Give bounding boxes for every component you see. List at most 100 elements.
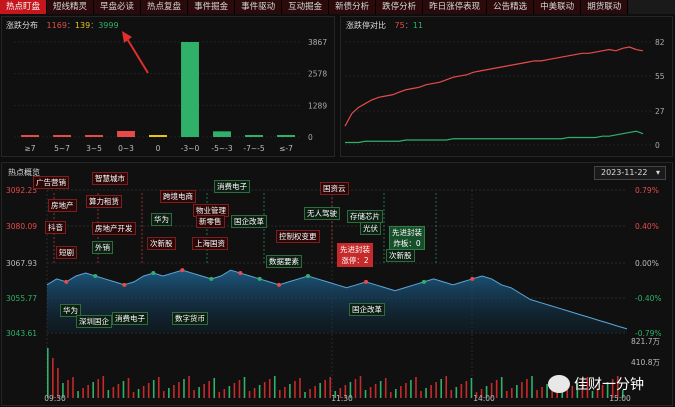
hot-tag[interactable]: 数据要素	[266, 255, 302, 268]
series-line-1	[345, 130, 644, 144]
volume-bar	[374, 384, 377, 398]
tab-6[interactable]: 互动掘金	[282, 0, 330, 14]
volume-bar	[178, 382, 180, 398]
tab-5[interactable]: 事件驱动	[235, 0, 283, 14]
tab-10[interactable]: 公告精选	[487, 0, 535, 14]
y-tick-label: 1289	[308, 101, 327, 110]
hot-tag[interactable]: 国企改革	[349, 303, 385, 316]
volume-bar	[258, 385, 261, 398]
volume-bar	[122, 381, 125, 398]
y-tick-label: 27	[655, 107, 665, 116]
tab-12[interactable]: 期货联动	[581, 0, 629, 14]
series-line-0	[344, 46, 644, 127]
hot-tag[interactable]: 消费电子	[112, 312, 148, 325]
volume-bar	[364, 390, 367, 398]
volume-bar	[430, 385, 432, 398]
hot-tag[interactable]: 国资云	[320, 182, 349, 195]
distribution-panel: 涨跌分布 1169：139：3999 3867 2578 1289 0 ≥7 5~7 3~5…	[1, 16, 335, 157]
tab-2[interactable]: 早盘必读	[94, 0, 142, 14]
hot-tag[interactable]: 数字货币	[172, 312, 208, 325]
tab-7[interactable]: 新债分析	[329, 0, 377, 14]
hot-tag[interactable]: 广告营销	[33, 176, 69, 189]
bar-8	[277, 135, 295, 137]
volume-bar	[495, 380, 498, 398]
hot-tag[interactable]: 次新股	[386, 249, 415, 262]
volume-bar	[168, 388, 170, 398]
hot-tag[interactable]: 控制权变更	[276, 230, 320, 243]
volume-bar	[147, 383, 150, 398]
hot-tag[interactable]: 房地产开发	[92, 222, 136, 235]
x-tick-label: 15:00	[609, 394, 631, 403]
volume-bar	[173, 385, 175, 398]
hot-tag[interactable]: 无人驾驶	[304, 207, 340, 220]
volume-bar	[72, 377, 74, 398]
volume-bar	[112, 387, 115, 398]
volume-bar	[435, 382, 437, 398]
x-tick-label: -7~-5	[243, 144, 264, 153]
chevron-down-icon: ▾	[655, 168, 660, 177]
hot-tag[interactable]: 外销	[92, 241, 113, 254]
event-dot	[64, 279, 69, 284]
hot-tag[interactable]: 新零售	[196, 215, 225, 228]
hot-tag[interactable]: 算力租赁	[86, 195, 122, 208]
seal-up-line1: 先进封装	[340, 245, 370, 254]
hot-tag[interactable]: 智慧城市	[92, 172, 128, 185]
volume-bar	[107, 390, 110, 398]
volume-bar	[354, 379, 357, 398]
hot-tag[interactable]: 次新股	[147, 237, 176, 250]
volume-bar	[87, 385, 89, 398]
volume-bar	[152, 380, 155, 398]
volume-bar	[395, 389, 397, 398]
hot-tag[interactable]: 上海国资	[192, 237, 228, 250]
x-tick-label: 11:30	[331, 394, 353, 403]
volume-bar	[450, 390, 453, 398]
watermark-text: 佳财一分钟	[574, 377, 644, 393]
tab-3[interactable]: 热点复盘	[141, 0, 189, 14]
volume-bar	[142, 386, 145, 398]
volume-bar	[294, 381, 296, 398]
volume-bar	[253, 388, 256, 398]
y-tick-label: 3867	[308, 38, 327, 47]
volume-bar	[223, 389, 226, 398]
volume-bar	[248, 391, 251, 398]
hot-tag[interactable]: 深圳国企	[76, 315, 112, 328]
volume-bar	[268, 379, 271, 398]
y-left-label: 3067.93	[6, 259, 37, 268]
y-tick-label: 82	[655, 38, 665, 47]
volume-bar	[405, 383, 407, 398]
tab-9[interactable]: 昨日涨停表现	[423, 0, 488, 14]
tab-0[interactable]: 热点盯盘	[0, 0, 48, 14]
volume-bar	[183, 379, 185, 398]
volume-bar	[77, 391, 79, 398]
x-tick-label: 09:30	[44, 394, 66, 403]
tab-1[interactable]: 短线精灵	[47, 0, 95, 14]
seal-up-line2: 涨停：2	[341, 256, 369, 265]
hot-tag[interactable]: 消费电子	[214, 180, 250, 193]
hot-tag[interactable]: 光伏	[360, 222, 381, 235]
volume-bar	[279, 390, 281, 398]
volume-bar	[400, 386, 402, 398]
hot-tag[interactable]: 短剧	[56, 246, 77, 259]
seal-up-badge[interactable]: 先进封装涨停：2	[337, 243, 373, 267]
x-tick-label: 0	[156, 144, 161, 153]
volume-bar	[273, 376, 276, 398]
volume-bar	[127, 378, 130, 398]
date-value: 2023-11-22	[601, 168, 648, 177]
tab-8[interactable]: 跌停分析	[376, 0, 424, 14]
date-picker[interactable]: 2023-11-22 ▾	[594, 166, 666, 180]
limit-line-chart: 82 55 27 0	[344, 38, 665, 150]
volume-bar	[384, 378, 387, 398]
tab-4[interactable]: 事件掘金	[188, 0, 236, 14]
volume-bar	[299, 378, 301, 398]
tab-11[interactable]: 中美联动	[534, 0, 582, 14]
hot-tag[interactable]: 国企改革	[231, 215, 267, 228]
volume-bar	[319, 383, 321, 398]
volume-bar	[314, 386, 316, 398]
hot-tag[interactable]: 房地产	[48, 199, 77, 212]
volume-bar	[218, 392, 221, 398]
seal-down-badge[interactable]: 先进封装 炸板：0	[389, 226, 425, 250]
hot-tag[interactable]: 跨境电商	[160, 190, 196, 203]
hot-tag[interactable]: 华为	[151, 213, 172, 226]
hot-tag[interactable]: 抖音	[45, 221, 66, 234]
volume-bar	[379, 381, 382, 398]
